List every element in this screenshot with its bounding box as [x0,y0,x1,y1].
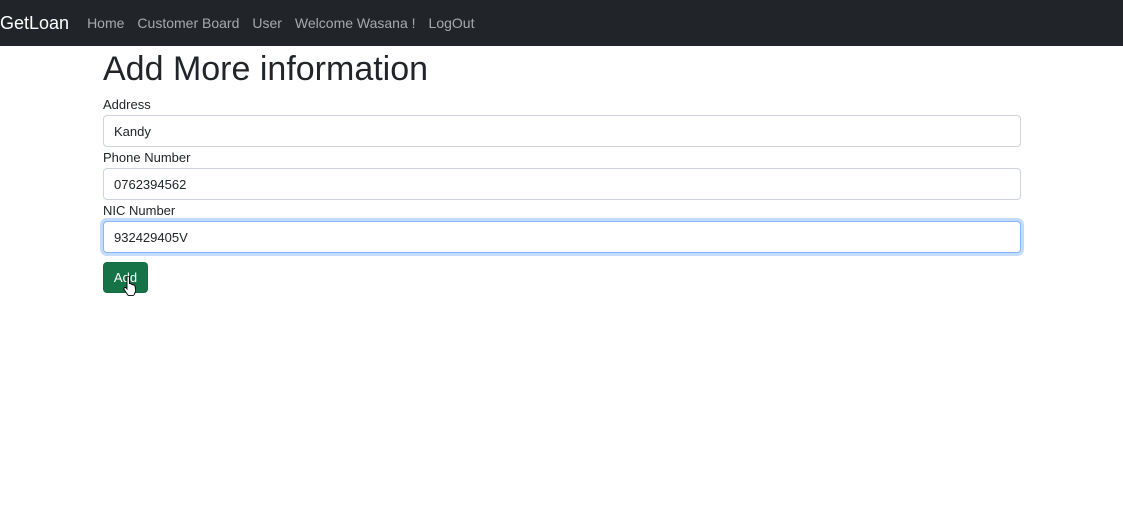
nav-link-user[interactable]: User [252,15,282,31]
page-title: Add More information [103,50,429,88]
top-navbar: GetLoan Home Customer Board User Welcome… [0,0,1123,46]
nav-link-welcome-user[interactable]: Welcome Wasana ! [295,15,416,31]
add-button[interactable]: Add [103,262,148,296]
main-container: Add More information Address Phone Numbe… [103,46,1021,296]
nic-input[interactable] [103,221,1021,253]
nav-link-home[interactable]: Home [87,15,124,31]
address-input[interactable] [103,115,1021,147]
address-group: Address [103,97,1021,147]
phone-input[interactable] [103,168,1021,200]
more-info-form: Address Phone Number NIC Number Add [103,97,1021,296]
address-label: Address [103,97,151,112]
nic-group: NIC Number [103,203,1021,253]
brand-link[interactable]: GetLoan [0,13,69,34]
phone-label: Phone Number [103,150,191,165]
nav-link-logout[interactable]: LogOut [429,15,475,31]
nic-label: NIC Number [103,203,176,218]
add-button-label: Add [113,270,138,285]
nav-link-customer-board[interactable]: Customer Board [137,15,239,31]
phone-group: Phone Number [103,150,1021,200]
